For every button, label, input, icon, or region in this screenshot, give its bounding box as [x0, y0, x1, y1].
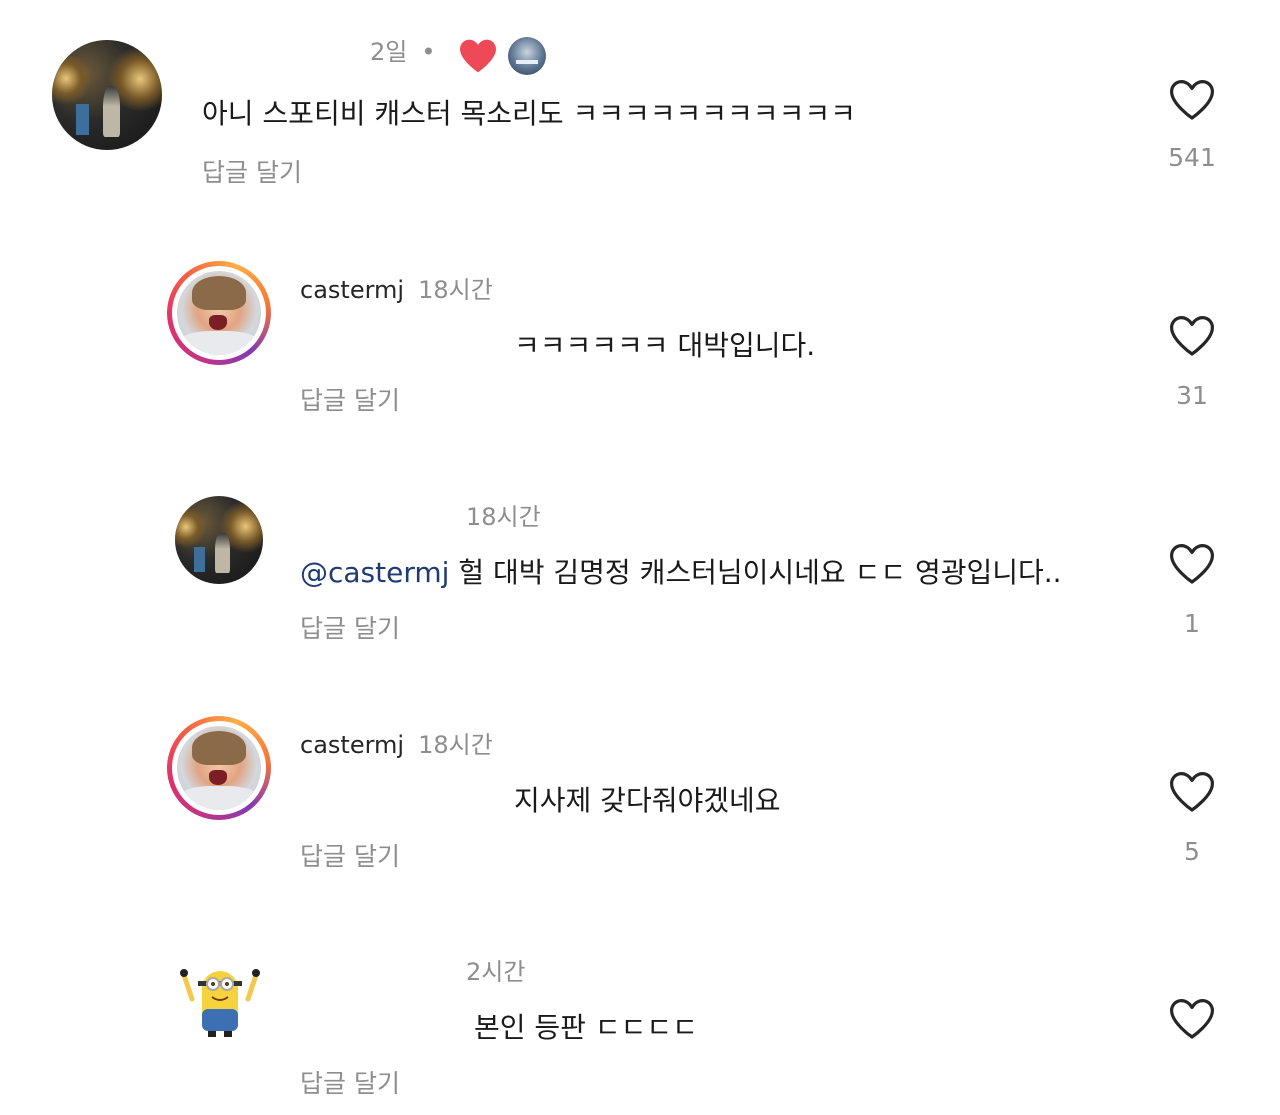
comment-meta: castermj 18시간	[300, 725, 493, 760]
comment-text: @castermj 헐 대박 김명정 캐스터님이시네요 ㄷㄷ 영광입니다..	[300, 551, 1062, 591]
castermj-avatar[interactable]	[167, 716, 271, 820]
reply-button[interactable]: 답글 달기	[300, 381, 400, 417]
separator-dot: •	[421, 38, 436, 66]
like-count: 5	[1184, 837, 1200, 866]
commenter-avatar[interactable]	[52, 40, 162, 150]
comment-text: 아니 스포티비 캐스터 목소리도 ㅋㅋㅋㅋㅋㅋㅋㅋㅋㅋㅋ	[202, 97, 856, 130]
comment-meta: 18시간	[466, 497, 541, 532]
commenter-avatar[interactable]	[175, 496, 263, 584]
comment-meta: 2일 •	[370, 32, 450, 67]
comment-username[interactable]: castermj	[300, 731, 404, 759]
comment-username[interactable]: castermj	[300, 276, 404, 304]
comment-text-body: 헐 대박 김명정 캐스터님이시네요 ㄷㄷ 영광입니다..	[449, 556, 1062, 589]
reply-button[interactable]: 답글 달기	[300, 609, 400, 645]
heart-outline-icon[interactable]	[1168, 78, 1216, 122]
comment-time: 2일	[370, 38, 408, 66]
comment-meta: 2시간	[466, 952, 525, 987]
creator-avatar-mini	[508, 37, 546, 75]
heart-outline-icon[interactable]	[1168, 997, 1216, 1041]
comment-text: 본인 등판 ㄷㄷㄷㄷ	[474, 1011, 698, 1044]
comment-text: ㅋㅋㅋㅋㅋㅋ 대박입니다.	[514, 329, 816, 362]
heart-outline-icon[interactable]	[1168, 314, 1216, 358]
castermj-avatar[interactable]	[167, 261, 271, 365]
creator-liked-heart-icon	[460, 39, 496, 73]
mention-link[interactable]: @castermj	[300, 556, 449, 589]
reply-button[interactable]: 답글 달기	[202, 153, 302, 189]
comment-time: 2시간	[466, 958, 526, 986]
comment-time: 18시간	[466, 503, 541, 531]
reply-button[interactable]: 답글 달기	[300, 837, 400, 873]
heart-outline-icon[interactable]	[1168, 542, 1216, 586]
like-count: 541	[1168, 143, 1216, 172]
comment-time: 18시간	[418, 731, 493, 759]
like-count: 31	[1176, 381, 1208, 410]
heart-outline-icon[interactable]	[1168, 770, 1216, 814]
reply-button[interactable]: 답글 달기	[300, 1064, 400, 1100]
like-count: 1	[1184, 609, 1200, 638]
comment-meta: castermj 18시간	[300, 270, 493, 305]
comment-time: 18시간	[418, 276, 493, 304]
comment-text: 지사제 갖다줘야겠네요	[514, 784, 781, 817]
minion-avatar[interactable]	[180, 965, 260, 1040]
